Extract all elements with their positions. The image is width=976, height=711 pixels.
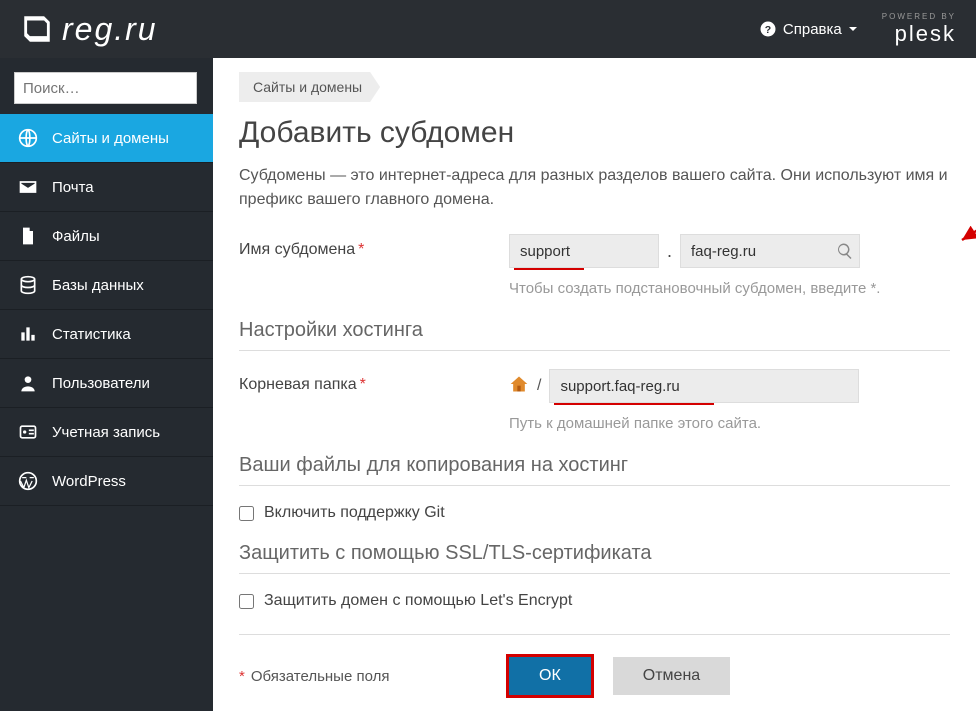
sidebar-item-files[interactable]: Файлы [0,212,213,261]
subdomain-input[interactable] [509,234,659,268]
sidebar-item-label: Сайты и домены [52,130,169,147]
root-folder-hint: Путь к домашней папке этого сайта. [509,413,950,434]
help-icon: ? [759,20,777,38]
help-label: Справка [783,21,842,38]
search-input[interactable] [23,80,222,97]
powered-small: POWERED BY [882,12,956,21]
logo: reg.ru [20,11,158,48]
search-icon [836,242,854,260]
sidebar: Сайты и домены Почта Файлы Базы данных С… [0,58,213,711]
main-content: Сайты и домены Добавить субдомен Субдоме… [213,58,976,711]
sidebar-item-stats[interactable]: Статистика [0,310,213,359]
files-icon [18,226,38,246]
breadcrumb[interactable]: Сайты и домены [239,72,380,102]
letsencrypt-checkbox-label: Защитить домен с помощью Let's Encrypt [264,592,572,610]
page-description: Субдомены — это интернет-адреса для разн… [239,164,950,212]
home-icon [509,374,529,399]
domain-lookup-button[interactable] [836,242,854,260]
sidebar-item-label: Учетная запись [52,424,160,441]
svg-text:?: ? [765,24,771,36]
sidebar-item-mail[interactable]: Почта [0,163,213,212]
sidebar-item-label: Базы данных [52,277,144,294]
powered-brand: plesk [882,21,956,47]
database-icon [18,275,38,295]
account-icon [18,422,38,442]
stats-icon [18,324,38,344]
user-icon [18,373,38,393]
globe-icon [18,128,38,148]
git-support-row[interactable]: Включить поддержку Git [239,504,950,522]
dot-separator: . [667,241,672,262]
highlight-underline [554,403,714,405]
help-link[interactable]: ? Справка [759,20,858,38]
section-files-copy: Ваши файлы для копирования на хостинг [239,454,950,486]
annotation-arrow [954,208,976,248]
chevron-down-icon [848,24,858,34]
sidebar-item-wordpress[interactable]: WordPress [0,457,213,506]
subdomain-hint: Чтобы создать подстановочный субдомен, в… [509,278,950,299]
highlight-underline [514,268,584,270]
domain-input[interactable] [680,234,860,268]
mandatory-fields-note: *Обязательные поля [239,668,509,685]
section-ssl: Защитить с помощью SSL/TLS-сертификата [239,542,950,574]
wordpress-icon [18,471,38,491]
page-title: Добавить субдомен [239,116,950,150]
cancel-button[interactable]: Отмена [613,657,730,695]
git-checkbox-label: Включить поддержку Git [264,504,445,522]
sidebar-item-label: Статистика [52,326,131,343]
sidebar-item-label: WordPress [52,473,126,490]
letsencrypt-checkbox[interactable] [239,594,254,609]
ok-button[interactable]: ОК [509,657,591,695]
sidebar-item-sites-domains[interactable]: Сайты и домены [0,114,213,163]
mail-icon [18,177,38,197]
logo-text: reg.ru [62,11,158,48]
sidebar-item-account[interactable]: Учетная запись [0,408,213,457]
powered-by: POWERED BY plesk [882,12,956,47]
sidebar-item-databases[interactable]: Базы данных [0,261,213,310]
subdomain-label: Имя субдомена* [239,234,509,259]
git-checkbox[interactable] [239,506,254,521]
root-folder-input[interactable] [549,369,859,403]
sidebar-item-users[interactable]: Пользователи [0,359,213,408]
slash-separator: / [537,377,541,395]
sidebar-item-label: Почта [52,179,94,196]
section-hosting-settings: Настройки хостинга [239,319,950,351]
search-box[interactable] [14,72,197,104]
root-folder-label: Корневая папка* [239,369,509,394]
letsencrypt-row[interactable]: Защитить домен с помощью Let's Encrypt [239,592,950,610]
sidebar-item-label: Файлы [52,228,100,245]
sidebar-item-label: Пользователи [52,375,150,392]
